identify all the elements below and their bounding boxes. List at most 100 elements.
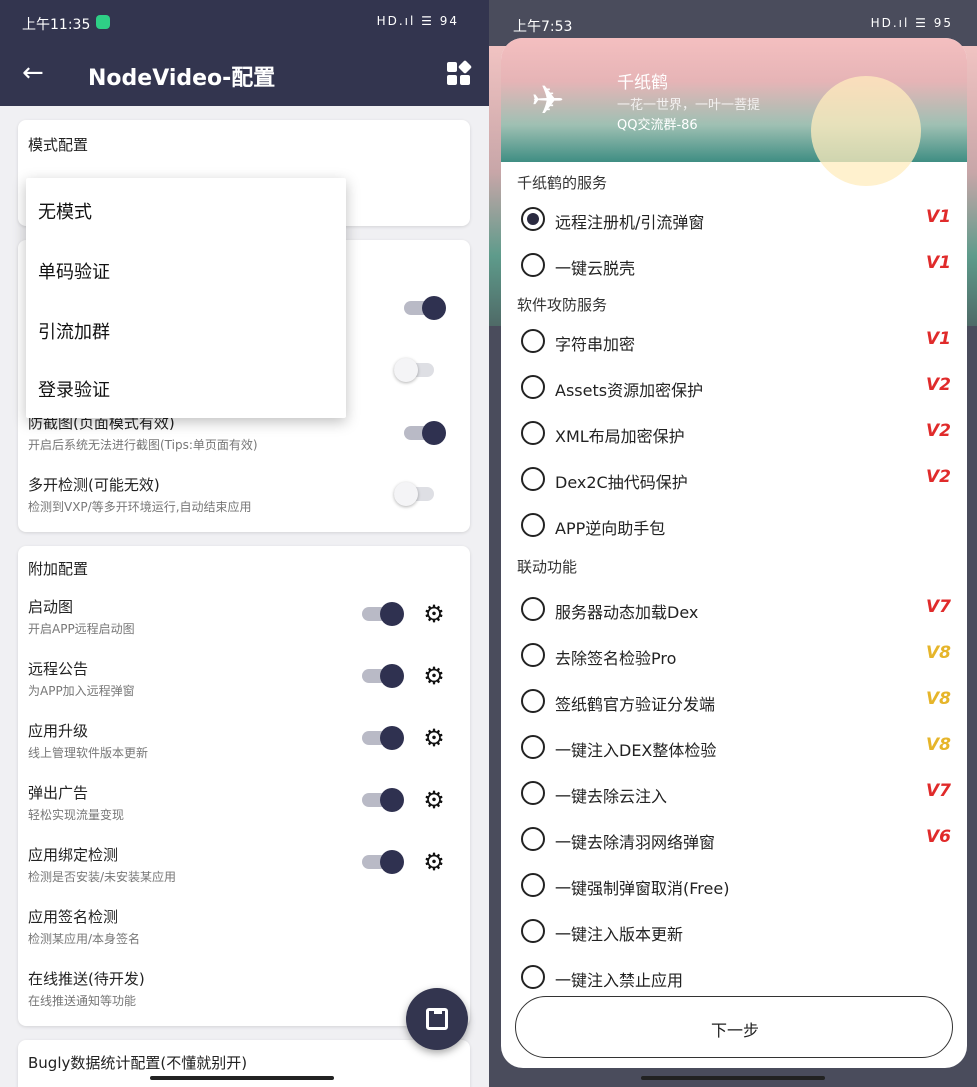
row-subtitle: 检测到VXP/等多开环境运行,自动结束应用 (28, 500, 252, 514)
toggle-switch[interactable] (394, 482, 436, 506)
toggle-switch[interactable] (404, 421, 446, 445)
gear-icon[interactable]: ⚙ (422, 664, 446, 688)
radio-option[interactable]: 一键强制弹窗取消(Free) (521, 870, 951, 900)
radio-button[interactable] (521, 965, 545, 989)
next-button-label: 下一步 (710, 1021, 759, 1040)
row-subtitle: 在线推送通知等功能 (28, 994, 137, 1008)
status-indicators: HD.ıl ☰ 95 (870, 16, 953, 30)
radio-button[interactable] (521, 597, 545, 621)
next-button[interactable]: 下一步 (515, 996, 953, 1058)
toggle-switch[interactable] (362, 602, 404, 626)
radio-option[interactable]: 一键注入DEX整体检验 V8 (521, 732, 951, 762)
option-label: 一键注入版本更新 (555, 925, 684, 944)
toggle-switch[interactable] (362, 788, 404, 812)
option-label: 签纸鹤官方验证分发端 (555, 695, 716, 714)
radio-button[interactable] (521, 919, 545, 943)
toggle-switch[interactable] (362, 664, 404, 688)
radio-button[interactable] (521, 375, 545, 399)
right-screen: 上午7:53 HD.ıl ☰ 95 ✈ 千纸鹤 一花一世界，一叶一菩提 QQ交流… (489, 0, 977, 1087)
version-badge: V6 (926, 827, 951, 847)
list-item: 多开检测(可能无效) 检测到VXP/等多开环境运行,自动结束应用 (28, 474, 458, 528)
status-bar: 上午11:35 HD.ıl ☰ 94 (0, 0, 489, 44)
save-icon (426, 1008, 448, 1030)
menu-item[interactable]: 引流加群 (38, 318, 110, 344)
radio-option[interactable]: 一键去除云注入 V7 (521, 778, 951, 808)
radio-option[interactable]: 一键去除清羽网络弹窗 V6 (521, 824, 951, 854)
radio-button[interactable] (521, 643, 545, 667)
back-arrow-icon[interactable]: ← (22, 58, 44, 88)
radio-button[interactable] (521, 827, 545, 851)
radio-option[interactable]: 服务器动态加载Dex V7 (521, 594, 951, 624)
option-label: Assets资源加密保护 (555, 381, 704, 400)
radio-option[interactable]: 一键云脱壳 V1 (521, 250, 951, 280)
radio-option[interactable]: 签纸鹤官方验证分发端 V8 (521, 686, 951, 716)
list-item: 应用绑定检测 检测是否安装/未安装某应用 ⚙ (28, 844, 458, 898)
radio-button[interactable] (521, 735, 545, 759)
section-title: 联动功能 (517, 558, 578, 576)
radio-button[interactable] (521, 329, 545, 353)
bottom-sheet: ✈ 千纸鹤 一花一世界，一叶一菩提 QQ交流群-86 千纸鹤的服务 远程注册机/… (501, 38, 967, 1068)
banner-title: 千纸鹤 (617, 73, 668, 93)
list-item: 应用升级 线上管理软件版本更新 ⚙ (28, 720, 458, 774)
gear-icon[interactable]: ⚙ (422, 726, 446, 750)
radio-button[interactable] (521, 467, 545, 491)
radio-button[interactable] (521, 513, 545, 537)
list-item: 应用签名检测 检测某应用/本身签名 (28, 906, 458, 960)
option-label: 一键去除清羽网络弹窗 (555, 833, 716, 852)
radio-option[interactable]: 远程注册机/引流弹窗 V1 (521, 204, 951, 234)
toggle-switch[interactable] (362, 726, 404, 750)
option-label: 服务器动态加载Dex (555, 603, 699, 622)
dashboard-icon[interactable] (447, 59, 473, 86)
mode-card-title: 模式配置 (28, 136, 89, 154)
status-indicators: HD.ıl ☰ 94 (376, 14, 459, 28)
radio-option[interactable]: APP逆向助手包 (521, 510, 951, 540)
option-label: 字符串加密 (555, 335, 636, 354)
radio-option[interactable]: Assets资源加密保护 V2 (521, 372, 951, 402)
version-badge: V2 (926, 467, 951, 487)
list-item: 启动图 开启APP远程启动图 ⚙ (28, 596, 458, 650)
home-indicator (641, 1076, 825, 1080)
banner-line2: QQ交流群-86 (617, 118, 698, 133)
radio-option[interactable]: XML布局加密保护 V2 (521, 418, 951, 448)
option-label: APP逆向助手包 (555, 519, 666, 538)
radio-option[interactable]: 一键注入版本更新 (521, 916, 951, 946)
toggle-switch[interactable] (394, 358, 436, 382)
menu-item[interactable]: 无模式 (38, 198, 92, 224)
row-title: 弹出广告 (28, 784, 89, 802)
radio-button[interactable] (521, 781, 545, 805)
row-subtitle: 线上管理软件版本更新 (28, 746, 149, 760)
gear-icon[interactable]: ⚙ (422, 850, 446, 874)
option-label: 一键云脱壳 (555, 259, 636, 278)
version-badge: V2 (926, 421, 951, 441)
toggle-switch[interactable] (362, 850, 404, 874)
list-item: 远程公告 为APP加入远程弹窗 ⚙ (28, 658, 458, 712)
toggle-switch[interactable] (404, 296, 446, 320)
gear-icon[interactable]: ⚙ (422, 602, 446, 626)
row-subtitle: 检测某应用/本身签名 (28, 932, 141, 946)
row-title: 启动图 (28, 598, 74, 616)
radio-option[interactable]: 一键注入禁止应用 (521, 962, 951, 992)
row-title: 多开检测(可能无效) (28, 476, 160, 494)
list-item: 在线推送(待开发) 在线推送通知等功能 (28, 968, 458, 1022)
radio-button[interactable] (521, 253, 545, 277)
menu-item[interactable]: 单码验证 (38, 258, 110, 284)
radio-button[interactable] (521, 421, 545, 445)
radio-button[interactable] (521, 873, 545, 897)
version-badge: V7 (926, 597, 951, 617)
version-badge: V7 (926, 781, 951, 801)
radio-option[interactable]: 字符串加密 V1 (521, 326, 951, 356)
gear-icon[interactable]: ⚙ (422, 788, 446, 812)
save-button[interactable] (406, 988, 468, 1050)
extra-card: 附加配置 启动图 开启APP远程启动图 ⚙ 远程公告 为APP加入远程弹窗 ⚙ … (18, 546, 470, 1026)
option-label: 一键去除云注入 (555, 787, 668, 806)
row-title: 应用签名检测 (28, 908, 119, 926)
radio-button[interactable] (521, 689, 545, 713)
radio-option[interactable]: Dex2C抽代码保护 V2 (521, 464, 951, 494)
radio-button[interactable] (521, 207, 545, 231)
option-label: 一键强制弹窗取消(Free) (555, 879, 730, 898)
app-bar: ← NodeVideo-配置 (0, 44, 489, 106)
sun-graphic (811, 76, 921, 186)
radio-option[interactable]: 去除签名检验Pro V8 (521, 640, 951, 670)
option-label: 去除签名检验Pro (555, 649, 677, 668)
menu-item[interactable]: 登录验证 (38, 376, 110, 402)
